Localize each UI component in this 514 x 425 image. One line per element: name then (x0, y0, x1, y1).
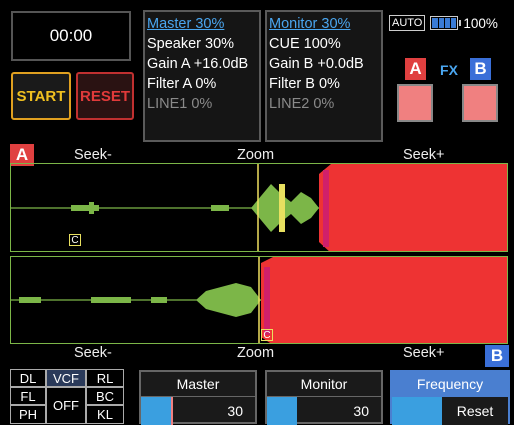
fx-b-pad[interactable] (462, 84, 498, 122)
fx-deck-b-label: B (470, 58, 491, 80)
cue-level: CUE 100% (269, 36, 341, 52)
line2-level: LINE2 0% (269, 96, 335, 112)
effect-ph[interactable]: PH (10, 405, 46, 424)
gain-a: Gain A +16.0dB (147, 56, 249, 72)
deck-b-waveform-graphic (11, 257, 507, 343)
effect-off[interactable]: OFF (46, 387, 86, 424)
master-value: 30 (227, 403, 243, 419)
master-panel[interactable]: Master 30% Speaker 30% Gain A +16.0dB Fi… (143, 10, 261, 142)
effect-vcf[interactable]: VCF (46, 369, 86, 387)
reset-button[interactable]: RESET (76, 72, 134, 120)
monitor-slider-fill[interactable] (267, 397, 297, 425)
monitor-title[interactable]: Monitor 30% (269, 14, 381, 34)
deck-a-seek-minus[interactable]: Seek- (74, 147, 112, 163)
fx-deck-a-label: A (405, 58, 426, 80)
deck-a-waveform[interactable]: C (10, 163, 508, 252)
effect-dl[interactable]: DL (10, 369, 46, 387)
deck-b-seek-plus[interactable]: Seek+ (403, 345, 445, 361)
master-title[interactable]: Master 30% (147, 14, 259, 34)
deck-b-label: B (485, 345, 509, 367)
frequency-control[interactable]: Frequency Reset (390, 370, 510, 425)
effect-kl[interactable]: KL (86, 405, 124, 424)
deck-b-waveform[interactable]: C (10, 256, 508, 344)
frequency-label: Frequency (392, 372, 508, 397)
battery-percent: 100% (463, 15, 498, 31)
speaker-level: Speaker 30% (147, 36, 235, 52)
master-slider-fill[interactable] (141, 397, 173, 425)
deck-a-waveform-graphic (11, 164, 507, 251)
battery-icon (430, 16, 462, 30)
gain-b: Gain B +0.0dB (269, 56, 364, 72)
frequency-slider-fill[interactable] (392, 397, 442, 425)
deck-b-cue-marker[interactable]: C (261, 329, 273, 341)
frequency-reset-button[interactable]: Reset (442, 397, 508, 425)
monitor-control[interactable]: Monitor 30 (265, 370, 383, 425)
line1-level: LINE1 0% (147, 96, 213, 112)
monitor-panel[interactable]: Monitor 30% CUE 100% Gain B +0.0dB Filte… (265, 10, 383, 142)
monitor-control-label: Monitor (267, 372, 381, 397)
fx-a-pad[interactable] (397, 84, 433, 122)
effect-bc[interactable]: BC (86, 387, 124, 405)
fx-label: FX (440, 62, 458, 78)
timer-display: 00:00 (11, 11, 131, 61)
filter-a: Filter A 0% (147, 76, 217, 92)
auto-badge[interactable]: AUTO (389, 15, 426, 31)
deck-b-seek-minus[interactable]: Seek- (74, 345, 112, 361)
status-bar: AUTO 100% (389, 12, 511, 34)
deck-b-zoom[interactable]: Zoom (237, 345, 274, 361)
effect-rl[interactable]: RL (86, 369, 124, 387)
master-control[interactable]: Master 30 (139, 370, 257, 425)
master-control-label: Master (141, 372, 255, 397)
deck-a-zoom[interactable]: Zoom (237, 147, 274, 163)
start-button[interactable]: START (11, 72, 71, 120)
effect-selector: DL VCF RL FL OFF BC PH KL (10, 369, 128, 424)
effect-fl[interactable]: FL (10, 387, 46, 405)
monitor-value: 30 (353, 403, 369, 419)
filter-b: Filter B 0% (269, 76, 340, 92)
deck-a-cue-marker[interactable]: C (69, 234, 81, 246)
deck-a-seek-plus[interactable]: Seek+ (403, 147, 445, 163)
